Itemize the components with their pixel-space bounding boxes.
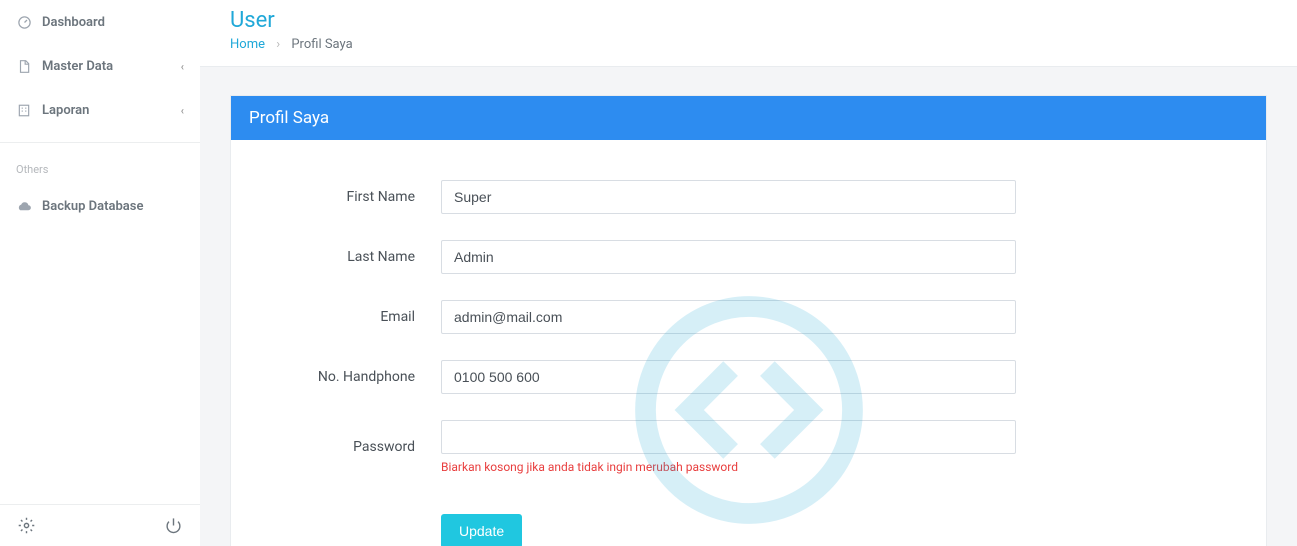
profile-card: Profil Saya First Name <box>230 95 1267 546</box>
sidebar-footer <box>0 504 200 546</box>
card-title: Profil Saya <box>231 96 1266 140</box>
sidebar-item-label: Dashboard <box>42 15 105 30</box>
breadcrumb: Home › Profil Saya <box>230 37 1267 52</box>
password-input[interactable] <box>441 420 1016 454</box>
breadcrumb-separator: › <box>276 37 280 52</box>
building-icon <box>16 102 32 118</box>
last-name-input[interactable] <box>441 240 1016 274</box>
sidebar-item-dashboard[interactable]: Dashboard <box>0 0 200 44</box>
chevron-left-icon: ‹ <box>181 104 184 117</box>
power-icon[interactable] <box>165 517 182 534</box>
update-button[interactable]: Update <box>441 514 522 546</box>
main-content: User Home › Profil Saya Profil Saya <box>200 0 1297 546</box>
first-name-label: First Name <box>271 189 441 205</box>
password-label: Password <box>271 439 441 455</box>
gear-icon[interactable] <box>18 517 35 534</box>
sidebar-item-master-data[interactable]: Master Data ‹ <box>0 44 200 88</box>
file-icon <box>16 58 32 74</box>
sidebar-item-laporan[interactable]: Laporan ‹ <box>0 88 200 132</box>
sidebar-item-label: Master Data <box>42 59 113 74</box>
divider <box>0 142 200 143</box>
chevron-left-icon: ‹ <box>181 60 184 73</box>
email-input[interactable] <box>441 300 1016 334</box>
sidebar-section-label: Others <box>0 149 200 184</box>
last-name-label: Last Name <box>271 249 441 265</box>
page-header: User Home › Profil Saya <box>200 0 1297 67</box>
sidebar-item-label: Laporan <box>42 103 89 118</box>
page-title: User <box>230 8 1267 33</box>
phone-input[interactable] <box>441 360 1016 394</box>
first-name-input[interactable] <box>441 180 1016 214</box>
breadcrumb-home[interactable]: Home <box>230 37 265 52</box>
email-label: Email <box>271 309 441 325</box>
phone-label: No. Handphone <box>271 369 441 385</box>
sidebar: Dashboard Master Data ‹ Laporan ‹ Others… <box>0 0 200 546</box>
speedometer-icon <box>16 14 32 30</box>
cloud-icon <box>16 198 32 214</box>
sidebar-item-label: Backup Database <box>42 199 143 214</box>
sidebar-item-backup-database[interactable]: Backup Database <box>0 184 200 228</box>
breadcrumb-current: Profil Saya <box>291 37 352 52</box>
password-help-text: Biarkan kosong jika anda tidak ingin mer… <box>441 460 1016 474</box>
